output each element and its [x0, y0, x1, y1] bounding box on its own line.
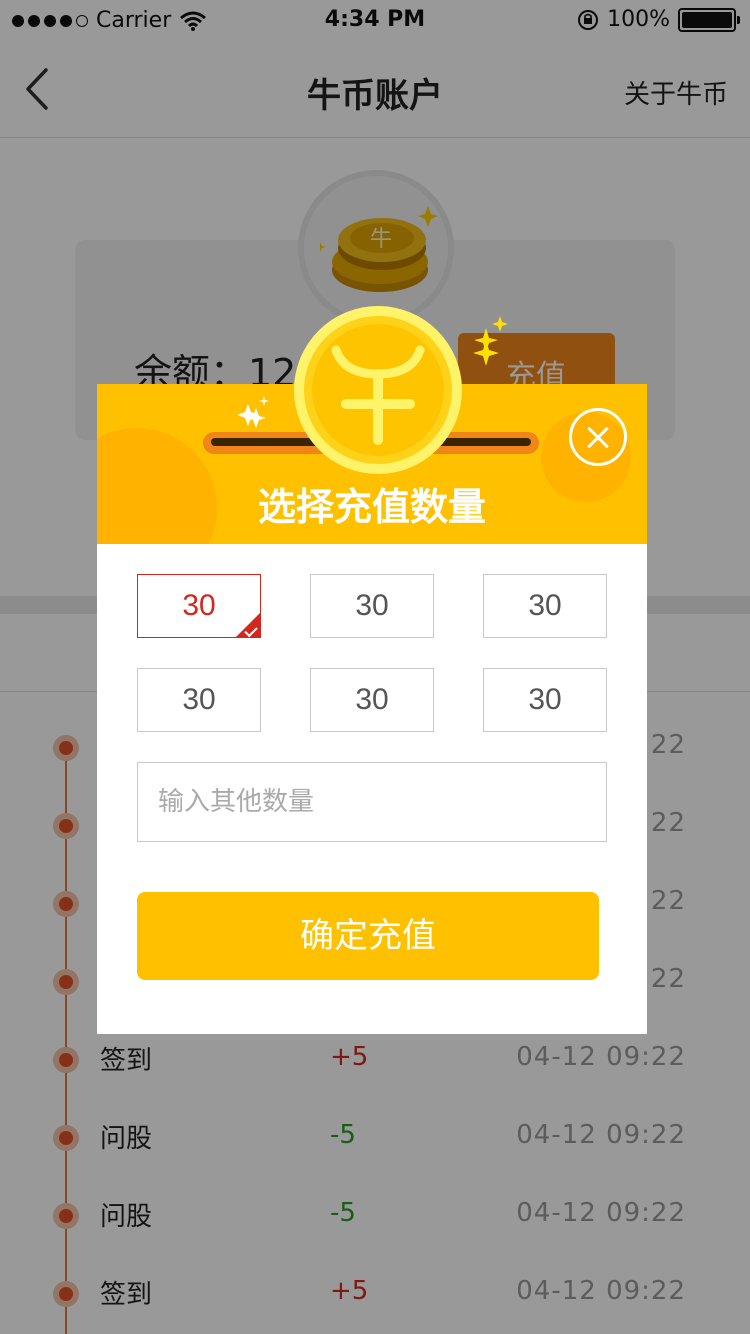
amount-option-label: 30	[528, 589, 562, 622]
amount-option[interactable]: 30	[483, 574, 607, 638]
amount-option-label: 30	[182, 589, 216, 622]
amount-option[interactable]: 30	[137, 574, 261, 638]
close-icon[interactable]	[569, 408, 627, 466]
other-amount-input[interactable]	[137, 762, 607, 842]
amount-option[interactable]: 30	[310, 668, 434, 732]
amount-option-label: 30	[528, 683, 562, 716]
amount-option[interactable]: 30	[483, 668, 607, 732]
amount-option-label: 30	[355, 589, 389, 622]
amount-option[interactable]: 30	[137, 668, 261, 732]
confirm-recharge-button[interactable]: 确定充值	[137, 892, 599, 980]
modal-title: 选择充值数量	[257, 485, 486, 529]
amount-option-label: 30	[355, 683, 389, 716]
coin-icon	[246, 306, 498, 474]
sparkle-icon	[238, 396, 269, 426]
recharge-modal: 选择充值数量 30 30 30 30 30 30 确定充值	[97, 384, 647, 1034]
sparkle-icon	[473, 316, 508, 366]
amount-option[interactable]: 30	[310, 574, 434, 638]
amount-option-label: 30	[182, 683, 216, 716]
